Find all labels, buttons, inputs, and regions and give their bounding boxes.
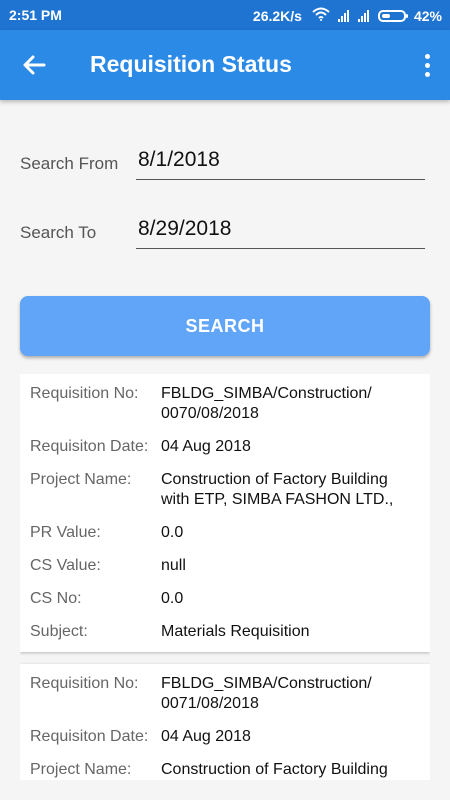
search-to-row: Search To xyxy=(20,209,425,249)
network-speed: 26.2K/s xyxy=(252,7,302,24)
project-name-label: Project Name: xyxy=(30,761,132,778)
requisition-date-label: Requisiton Date: xyxy=(30,728,149,745)
signal-icon xyxy=(337,9,350,22)
page-title: Requisition Status xyxy=(90,51,292,77)
cs-no-value: 0.0 xyxy=(161,590,184,607)
requisition-date-row: Requisiton Date: 04 Aug 2018 xyxy=(30,437,420,457)
subject-row: Subject: Materials Requisition xyxy=(30,622,420,642)
project-name-row: Project Name: Construction of Factory Bu… xyxy=(30,470,420,510)
search-from-row: Search From xyxy=(20,140,425,180)
battery-icon xyxy=(377,9,408,22)
requisition-card[interactable]: Requisition No: FBLDG_SIMBA/Construction… xyxy=(20,664,430,780)
more-vert-icon xyxy=(420,54,434,77)
requisition-no-label: Requisition No: xyxy=(30,675,139,692)
project-name-label: Project Name: xyxy=(30,471,132,488)
pr-value-row: PR Value: 0.0 xyxy=(30,523,420,543)
requisition-no-value: FBLDG_SIMBA/Construction/ 0071/08/2018 xyxy=(161,675,372,712)
requisition-date-label: Requisiton Date: xyxy=(30,438,149,455)
project-name-value: Construction of Factory Building with ET… xyxy=(161,471,394,508)
results-list[interactable]: Requisition No: FBLDG_SIMBA/Construction… xyxy=(20,374,430,780)
overflow-menu-button[interactable] xyxy=(420,52,434,80)
requisition-card[interactable]: Requisition No: FBLDG_SIMBA/Construction… xyxy=(20,374,430,652)
signal-icon-2 xyxy=(357,9,370,22)
back-button[interactable] xyxy=(18,49,50,81)
requisition-date-value: 04 Aug 2018 xyxy=(161,438,251,455)
status-time: 2:51 PM xyxy=(9,7,62,23)
cs-no-row: CS No: 0.0 xyxy=(30,589,420,609)
cs-value-row: CS Value: null xyxy=(30,556,420,576)
project-name-row: Project Name: Construction of Factory Bu… xyxy=(30,760,420,780)
subject-label: Subject: xyxy=(30,623,88,640)
arrow-left-icon xyxy=(23,55,46,75)
project-name-value: Construction of Factory Building with ET… xyxy=(161,761,388,778)
pr-value-label: PR Value: xyxy=(30,524,101,541)
cs-value-label: CS Value: xyxy=(30,557,101,574)
requisition-no-row: Requisition No: FBLDG_SIMBA/Construction… xyxy=(30,674,420,714)
status-bar: 2:51 PM 26.2K/s 42% xyxy=(0,0,450,30)
search-from-label: Search From xyxy=(20,154,119,173)
requisition-no-row: Requisition No: FBLDG_SIMBA/Construction… xyxy=(30,384,420,424)
cs-value: null xyxy=(161,557,186,574)
app-bar: Requisition Status xyxy=(0,30,450,100)
search-to-input[interactable] xyxy=(136,213,425,249)
requisition-no-value: FBLDG_SIMBA/Construction/ 0070/08/2018 xyxy=(161,385,372,422)
requisition-date-value: 04 Aug 2018 xyxy=(161,728,251,745)
pr-value: 0.0 xyxy=(161,524,184,541)
cs-no-label: CS No: xyxy=(30,590,82,607)
requisition-no-label: Requisition No: xyxy=(30,385,139,402)
requisition-date-row: Requisiton Date: 04 Aug 2018 xyxy=(30,727,420,747)
wifi-icon xyxy=(312,7,330,24)
search-button[interactable]: SEARCH xyxy=(20,296,430,356)
subject-value: Materials Requisition xyxy=(161,623,310,640)
status-indicators: 26.2K/s 42% xyxy=(253,7,442,24)
search-to-label: Search To xyxy=(20,223,97,242)
search-from-input[interactable] xyxy=(136,144,425,180)
battery-percent: 42% xyxy=(413,7,442,24)
